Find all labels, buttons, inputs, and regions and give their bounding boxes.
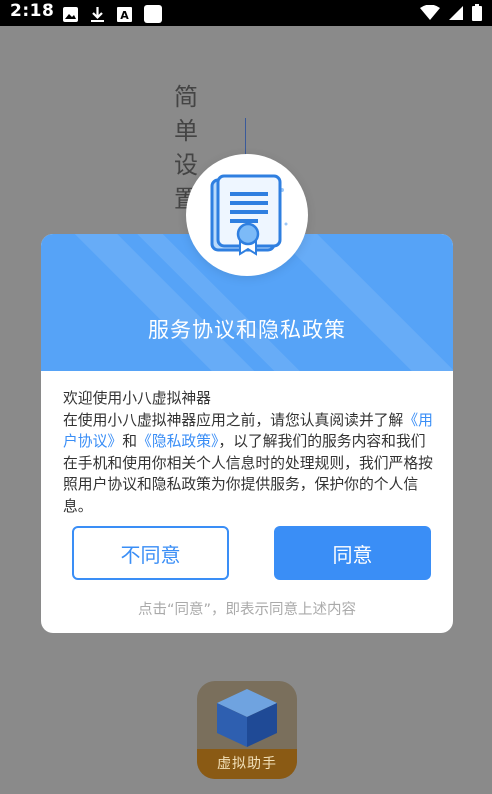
blank-app-icon [144,5,162,23]
description-text: 在使用小八虚拟神器应用之前，请您认真阅读并了解 [63,411,404,429]
document-badge [186,154,308,276]
status-notification-icons: A [62,4,163,24]
background-title-char: 简 [174,83,198,111]
battery-icon [472,4,482,21]
disagree-button[interactable]: 不同意 [72,526,229,580]
dialog-description: 在使用小八虚拟神器应用之前，请您认真阅读并了解《用户协议》和《隐私政策》，以了解… [63,410,435,518]
wifi-icon [420,4,440,20]
description-and: 和 [122,433,138,450]
dialog-greeting: 欢迎使用小八虚拟神器 [63,390,211,407]
status-time: 2:18 [10,1,55,21]
dialog-body: 欢迎使用小八虚拟神器 在使用小八虚拟神器应用之前，请您认真阅读并了解《用户协议》… [63,388,435,517]
agree-button[interactable]: 同意 [274,526,431,580]
download-icon [91,6,104,22]
app-icon: 虚拟助手 [197,681,297,779]
status-system-icons [420,4,482,21]
svg-text:A: A [120,9,129,22]
privacy-dialog: 服务协议和隐私政策 欢迎使用小八虚拟神器 在使用小八虚拟神器应用之前，请您认真阅… [41,234,453,633]
background-title-char: 单 [174,117,198,145]
document-certificate-icon [210,174,288,256]
image-icon [63,6,78,22]
signal-icon [449,5,463,20]
dialog-footnote: 点击“同意”，即表示同意上述内容 [137,602,357,618]
font-app-icon: A [117,6,132,22]
cube-icon [217,689,277,747]
dialog-title: 服务协议和隐私政策 [148,318,346,342]
app-icon-label: 虚拟助手 [197,749,297,779]
privacy-policy-link[interactable]: 《隐私政策》 [137,433,218,450]
status-bar: 2:18 A [0,0,492,26]
